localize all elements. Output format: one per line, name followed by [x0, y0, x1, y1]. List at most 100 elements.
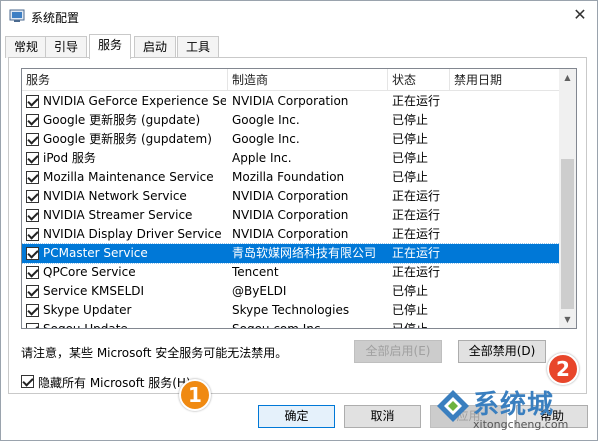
- row-checkbox[interactable]: [26, 133, 39, 146]
- service-status: 正在运行: [392, 265, 441, 279]
- row-checkbox[interactable]: [26, 266, 39, 279]
- service-status: 已停止: [392, 322, 429, 329]
- vertical-scrollbar[interactable]: ▲ ▼: [559, 69, 576, 328]
- enable-all-button[interactable]: 全部启用(E): [354, 340, 442, 363]
- scroll-up-icon[interactable]: ▲: [559, 69, 576, 86]
- row-checkbox[interactable]: [26, 304, 39, 317]
- tab-boot[interactable]: 引导: [45, 36, 88, 58]
- service-status: 已停止: [392, 303, 429, 317]
- table-row[interactable]: Service KMSELDI @ByELDI 已停止: [22, 282, 560, 301]
- service-status: 正在运行: [392, 208, 441, 222]
- column-header-status[interactable]: 状态: [388, 69, 450, 91]
- service-name: PCMaster Service: [43, 246, 148, 260]
- window-title: 系统配置: [31, 11, 80, 25]
- service-vendor: Sogou.com Inc.: [232, 322, 325, 329]
- service-name: Sogou Update: [43, 322, 128, 329]
- service-name: Google 更新服务 (gupdatem): [43, 132, 212, 146]
- table-row[interactable]: Mozilla Maintenance Service Mozilla Found…: [22, 168, 560, 187]
- service-name: NVIDIA Display Driver Service: [43, 227, 222, 241]
- service-status: 正在运行: [392, 227, 441, 241]
- table-row[interactable]: NVIDIA GeForce Experience Serv... NVIDIA …: [22, 92, 560, 111]
- tab-general[interactable]: 常规: [5, 36, 48, 58]
- row-checkbox[interactable]: [26, 171, 39, 184]
- watermark: 系统城 xitongcheng.com: [433, 382, 593, 438]
- microsoft-notice: 请注意，某些 Microsoft 安全服务可能无法禁用。: [21, 346, 288, 360]
- watermark-logo-icon: [437, 390, 469, 422]
- close-button[interactable]: ✕: [567, 3, 593, 27]
- table-row[interactable]: NVIDIA Streamer Service NVIDIA Corporatio…: [22, 206, 560, 225]
- column-header-disabled-date[interactable]: 禁用日期: [450, 69, 560, 91]
- service-status: 正在运行: [392, 94, 441, 108]
- system-config-window: 系统配置 ✕ 常规 引导 服务 启动 工具 服务 制造商 状态 禁用日期 NVI…: [0, 0, 598, 441]
- service-name: Skype Updater: [43, 303, 132, 317]
- table-row[interactable]: NVIDIA Network Service NVIDIA Corporation…: [22, 187, 560, 206]
- disable-all-button[interactable]: 全部禁用(D): [458, 340, 546, 363]
- scroll-down-icon[interactable]: ▼: [559, 311, 576, 328]
- service-vendor: NVIDIA Corporation: [232, 208, 349, 222]
- annotation-badge-2: 2: [547, 353, 579, 385]
- services-list[interactable]: 服务 制造商 状态 禁用日期 NVIDIA GeForce Experience…: [21, 68, 577, 329]
- tab-tools[interactable]: 工具: [177, 36, 220, 58]
- service-status: 已停止: [392, 151, 429, 165]
- tab-startup[interactable]: 启动: [134, 36, 177, 58]
- table-row[interactable]: iPod 服务 Apple Inc. 已停止: [22, 149, 560, 168]
- row-checkbox[interactable]: [26, 323, 39, 328]
- service-name: iPod 服务: [43, 151, 96, 165]
- service-name: QPCore Service: [43, 265, 136, 279]
- table-row[interactable]: QPCore Service Tencent 正在运行: [22, 263, 560, 282]
- watermark-name: 系统城: [473, 390, 555, 420]
- service-vendor: Skype Technologies: [232, 303, 350, 317]
- list-body: NVIDIA GeForce Experience Serv... NVIDIA …: [22, 92, 560, 329]
- service-vendor: Tencent: [232, 265, 279, 279]
- service-vendor: NVIDIA Corporation: [232, 189, 349, 203]
- row-checkbox[interactable]: [26, 228, 39, 241]
- hide-microsoft-services-label: 隐藏所有 Microsoft 服务(H): [38, 376, 191, 390]
- ok-button[interactable]: 确定: [258, 405, 335, 428]
- service-vendor: @ByELDI: [232, 284, 287, 298]
- tab-strip: 常规 引导 服务 启动 工具: [1, 34, 597, 59]
- row-checkbox[interactable]: [26, 114, 39, 127]
- service-vendor: Google Inc.: [232, 132, 300, 146]
- service-vendor: Google Inc.: [232, 113, 300, 127]
- service-name: Service KMSELDI: [43, 284, 145, 298]
- service-vendor: Mozilla Foundation: [232, 170, 345, 184]
- service-vendor: Apple Inc.: [232, 151, 292, 165]
- row-checkbox[interactable]: [26, 247, 39, 260]
- cancel-button[interactable]: 取消: [344, 405, 421, 428]
- row-checkbox[interactable]: [26, 95, 39, 108]
- table-row[interactable]: Skype Updater Skype Technologies 已停止: [22, 301, 560, 320]
- scroll-thumb[interactable]: [561, 159, 574, 309]
- service-name: Mozilla Maintenance Service: [43, 170, 214, 184]
- row-checkbox[interactable]: [26, 152, 39, 165]
- service-name: NVIDIA Streamer Service: [43, 208, 193, 222]
- service-status: 已停止: [392, 132, 429, 146]
- column-header-service[interactable]: 服务: [22, 69, 228, 91]
- service-status: 正在运行: [392, 246, 441, 260]
- watermark-url: xitongcheng.com: [473, 418, 569, 431]
- tab-services[interactable]: 服务: [89, 34, 132, 59]
- checkbox-checked-icon[interactable]: [21, 375, 34, 388]
- table-row[interactable]: Google 更新服务 (gupdate) Google Inc. 已停止: [22, 111, 560, 130]
- table-row[interactable]: Sogou Update Sogou.com Inc. 已停止: [22, 320, 560, 329]
- service-status: 正在运行: [392, 189, 441, 203]
- row-checkbox[interactable]: [26, 190, 39, 203]
- annotation-badge-1: 1: [179, 379, 211, 411]
- service-status: 已停止: [392, 170, 429, 184]
- row-checkbox[interactable]: [26, 209, 39, 222]
- service-vendor: NVIDIA Corporation: [232, 227, 349, 241]
- service-name: NVIDIA GeForce Experience Serv...: [43, 94, 226, 108]
- service-vendor: 青岛软媒网络科技有限公司: [232, 246, 377, 260]
- row-checkbox[interactable]: [26, 285, 39, 298]
- list-header: 服务 制造商 状态 禁用日期: [22, 69, 560, 91]
- services-panel: 服务 制造商 状态 禁用日期 NVIDIA GeForce Experience…: [8, 57, 587, 394]
- service-name: Google 更新服务 (gupdate): [43, 113, 201, 127]
- service-name: NVIDIA Network Service: [43, 189, 187, 203]
- service-vendor: NVIDIA Corporation: [232, 94, 349, 108]
- service-status: 已停止: [392, 284, 429, 298]
- column-header-vendor[interactable]: 制造商: [228, 69, 388, 91]
- table-row[interactable]: PCMaster Service 青岛软媒网络科技有限公司 正在运行: [22, 243, 560, 264]
- table-row[interactable]: NVIDIA Display Driver Service NVIDIA Corp…: [22, 225, 560, 244]
- service-status: 已停止: [392, 113, 429, 127]
- table-row[interactable]: Google 更新服务 (gupdatem) Google Inc. 已停止: [22, 130, 560, 149]
- msconfig-app-icon: [9, 9, 25, 22]
